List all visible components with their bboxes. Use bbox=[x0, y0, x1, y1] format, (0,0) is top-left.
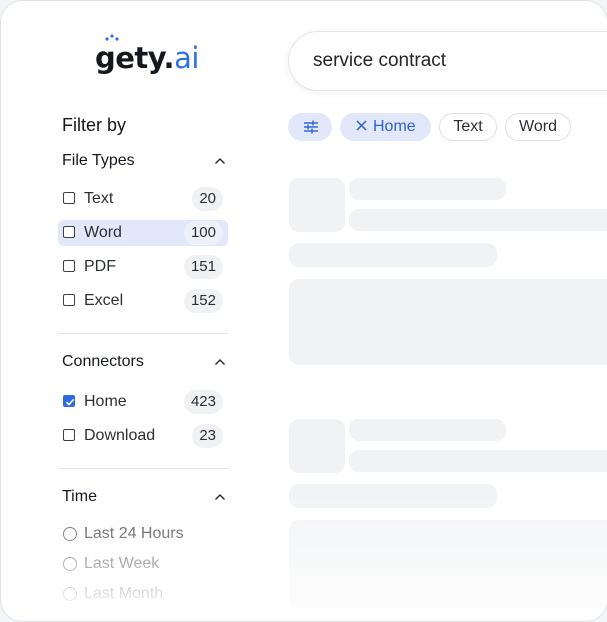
checkbox-checked[interactable] bbox=[63, 395, 75, 407]
logo-spark-icon bbox=[105, 34, 119, 41]
skeleton-line bbox=[289, 243, 497, 267]
chip-word[interactable]: Word bbox=[505, 113, 571, 141]
radio-button[interactable] bbox=[63, 557, 77, 571]
search-input[interactable]: service contract bbox=[288, 31, 607, 91]
search-query: service contract bbox=[313, 50, 447, 71]
chevron-up-icon[interactable] bbox=[214, 157, 226, 165]
skeleton-thumbnail bbox=[289, 419, 345, 473]
filter-settings-chip[interactable] bbox=[288, 113, 332, 141]
filter-title: Filter by bbox=[62, 115, 127, 135]
time-option-24h[interactable]: Last 24 Hours bbox=[58, 521, 228, 547]
sliders-icon bbox=[304, 120, 318, 134]
filter-row-excel[interactable]: Excel 152 bbox=[58, 288, 228, 314]
filter-row-text[interactable]: Text 20 bbox=[58, 186, 228, 212]
section-title-file-types: File Types bbox=[62, 152, 135, 169]
count-badge: 152 bbox=[183, 289, 223, 313]
checkbox[interactable] bbox=[63, 192, 75, 204]
checkbox[interactable] bbox=[63, 260, 75, 272]
divider bbox=[58, 468, 228, 469]
skeleton-line bbox=[349, 178, 506, 200]
close-icon[interactable] bbox=[356, 120, 367, 131]
skeleton-block bbox=[289, 520, 607, 610]
skeleton-block bbox=[289, 279, 607, 365]
radio-button[interactable] bbox=[63, 527, 77, 541]
check-icon bbox=[65, 398, 75, 406]
filter-row-word[interactable]: Word 100 bbox=[58, 220, 228, 246]
divider bbox=[58, 333, 228, 334]
chevron-up-icon[interactable] bbox=[214, 358, 226, 366]
chip-text[interactable]: Text bbox=[439, 113, 497, 141]
time-options: Last 24 Hours Last Week Last Month bbox=[58, 521, 228, 606]
skeleton-line bbox=[349, 450, 607, 472]
count-badge: 423 bbox=[183, 390, 223, 414]
skeleton-thumbnail bbox=[289, 178, 345, 232]
count-badge: 23 bbox=[192, 424, 223, 448]
time-option-week[interactable]: Last Week bbox=[58, 551, 228, 577]
checkbox[interactable] bbox=[63, 429, 75, 441]
skeleton-line bbox=[289, 484, 497, 508]
section-title-connectors: Connectors bbox=[62, 353, 144, 370]
filter-row-home[interactable]: Home 423 bbox=[58, 389, 228, 415]
gety-logo: gety.ai bbox=[95, 34, 199, 77]
count-badge: 151 bbox=[183, 255, 223, 279]
chevron-up-icon[interactable] bbox=[214, 493, 226, 501]
count-badge: 20 bbox=[192, 187, 223, 211]
chip-home[interactable]: Home bbox=[340, 113, 431, 141]
checkbox[interactable] bbox=[63, 226, 75, 238]
app-window: gety.ai service contract Filter by File … bbox=[0, 0, 607, 622]
radio-button[interactable] bbox=[63, 587, 77, 601]
filter-row-download[interactable]: Download 23 bbox=[58, 423, 228, 449]
section-title-time: Time bbox=[62, 488, 97, 505]
checkbox[interactable] bbox=[63, 294, 75, 306]
count-badge: 100 bbox=[183, 221, 223, 245]
time-option-month[interactable]: Last Month bbox=[58, 581, 228, 607]
skeleton-line bbox=[349, 419, 506, 441]
skeleton-line bbox=[349, 209, 607, 231]
filter-row-pdf[interactable]: PDF 151 bbox=[58, 254, 228, 280]
